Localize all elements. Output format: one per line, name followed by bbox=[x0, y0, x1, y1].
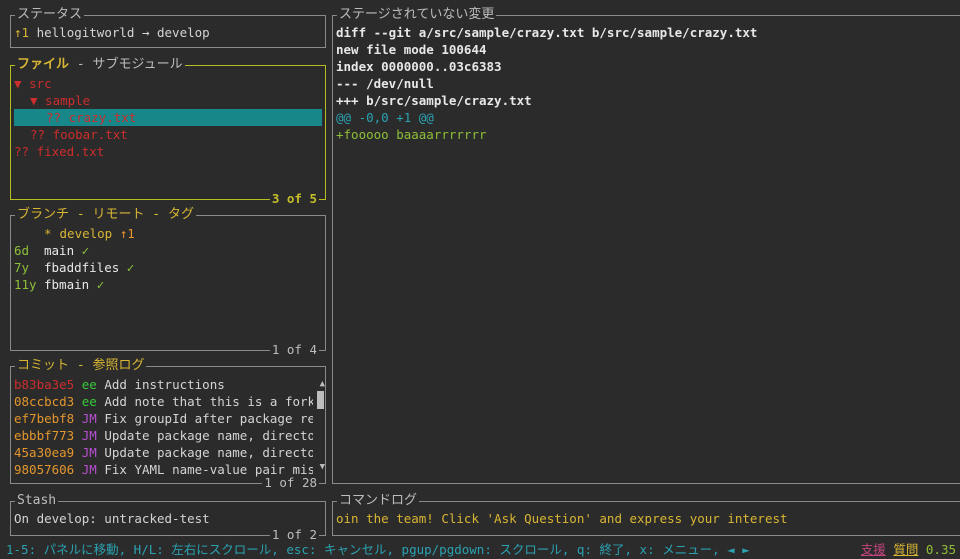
scrollbar-thumb[interactable] bbox=[317, 391, 324, 409]
diff-line: diff --git a/src/sample/crazy.txt b/src/… bbox=[336, 25, 758, 40]
commit-row[interactable]: ef7bebf8 JM Fix groupId after package re bbox=[14, 410, 313, 427]
commits-panel-footer: 1 of 28 bbox=[262, 475, 319, 491]
files-panel-footer: 3 of 5 bbox=[269, 191, 319, 207]
diff-line: --- /dev/null bbox=[336, 76, 434, 91]
version-label: 0.35 bbox=[925, 542, 956, 557]
keybinding-hints: 1-5: パネルに移動, H/L: 左右にスクロール, esc: キャンセル, … bbox=[6, 542, 750, 557]
donate-link[interactable]: 支援 bbox=[861, 542, 886, 557]
branch-status: ↑1 bbox=[119, 226, 135, 241]
diff-line: @@ -0,0 +1 @@ bbox=[336, 110, 434, 125]
branches-panel-title: ブランチ - リモート - タグ bbox=[15, 207, 196, 223]
commit-message: Add instructions bbox=[104, 377, 225, 392]
commit-author: JM bbox=[81, 411, 97, 426]
diff-line: new file mode 100644 bbox=[336, 42, 487, 57]
commit-sha: 08ccbcd3 bbox=[14, 394, 75, 409]
branches-panel-footer: 1 of 4 bbox=[269, 342, 319, 358]
branch-name: develop bbox=[59, 226, 113, 241]
stash-panel[interactable]: Stash On develop: untracked-test 1 of 2 bbox=[10, 493, 326, 543]
branch-status: ✓ bbox=[126, 260, 135, 275]
keybinding-status-bar: 1-5: パネルに移動, H/L: 左右にスクロール, esc: キャンセル, … bbox=[6, 540, 960, 559]
file-tree-item[interactable]: ?? crazy.txt bbox=[14, 109, 322, 126]
commit-row[interactable]: 45a30ea9 JM Update package name, directo bbox=[14, 444, 313, 461]
file-tree-item-label: ?? crazy.txt bbox=[46, 110, 137, 125]
commit-sha: ef7bebf8 bbox=[14, 411, 75, 426]
file-tree-item[interactable]: ?? foobar.txt bbox=[14, 126, 322, 143]
commit-message: Update package name, directo bbox=[104, 428, 313, 443]
commit-message: Fix groupId after package re bbox=[104, 411, 313, 426]
commit-author: ee bbox=[81, 377, 97, 392]
ahead-indicator: ↑1 bbox=[14, 25, 30, 40]
commits-panel-title-text: コミット - 参照ログ bbox=[17, 358, 145, 373]
stash-item[interactable]: On develop: untracked-test bbox=[14, 510, 322, 527]
commit-sha: 45a30ea9 bbox=[14, 445, 75, 460]
command-log-text: oin the team! Click 'Ask Question' and e… bbox=[336, 511, 788, 526]
file-tree-item[interactable]: ?? fixed.txt bbox=[14, 143, 322, 160]
scroll-up-icon[interactable]: ▲ bbox=[320, 379, 325, 389]
file-tree-item[interactable]: ▼ sample bbox=[14, 92, 322, 109]
commit-message: Add note that this is a fork bbox=[104, 394, 313, 409]
scroll-down-icon[interactable]: ▼ bbox=[320, 462, 325, 472]
branch-status: ✓ bbox=[81, 243, 90, 258]
branch-item[interactable]: * develop ↑1 bbox=[14, 225, 322, 242]
file-tree-item[interactable]: ▼ src bbox=[14, 75, 322, 92]
branch-item[interactable]: 7y fbaddfiles ✓ bbox=[14, 259, 322, 276]
command-log-title: コマンドログ bbox=[337, 493, 420, 509]
ask-question-link[interactable]: 質問 bbox=[893, 542, 918, 557]
file-tree-item-label: ?? foobar.txt bbox=[30, 127, 128, 142]
branches-panel[interactable]: ブランチ - リモート - タグ * develop ↑1 6d main ✓ 7y fb… bbox=[10, 207, 326, 358]
branch-item[interactable]: 11y fbmain ✓ bbox=[14, 276, 322, 293]
branch-item[interactable]: 6d main ✓ bbox=[14, 242, 322, 259]
file-tree-item-label: ?? fixed.txt bbox=[14, 144, 105, 159]
status-line: ↑1 hellogitworld → develop bbox=[14, 24, 322, 41]
branch-age: 11y bbox=[14, 277, 37, 292]
branch-name: fbmain bbox=[44, 277, 90, 292]
commit-row[interactable]: ebbbf773 JM Update package name, directo bbox=[14, 427, 313, 444]
branch-status: ✓ bbox=[96, 277, 105, 292]
diff-panel-title: ステージされていない変更 bbox=[337, 7, 497, 23]
commit-message: Update package name, directo bbox=[104, 445, 313, 460]
commit-row[interactable]: b83ba3e5 ee Add instructions bbox=[14, 376, 313, 393]
files-panel[interactable]: ファイル - サブモジュール ▼ src ▼ sample ?? crazy.txt… bbox=[10, 57, 326, 207]
diff-line: index 0000000..03c6383 bbox=[336, 59, 502, 74]
commit-sha: b83ba3e5 bbox=[14, 377, 75, 392]
commit-author: JM bbox=[81, 462, 97, 477]
branch-name: main bbox=[44, 243, 75, 258]
command-log-panel[interactable]: コマンドログ oin the team! Click 'Ask Question… bbox=[332, 493, 960, 536]
diff-line: +fooooo baaaarrrrrrr bbox=[336, 127, 487, 142]
commits-panel[interactable]: コミット - 参照ログ b83ba3e5 ee Add instructions… bbox=[10, 358, 326, 491]
tab-submodules[interactable]: サブモジュール bbox=[93, 57, 183, 72]
branches-panel-title-text: ブランチ - リモート - タグ bbox=[17, 207, 194, 222]
current-branch-marker: * bbox=[44, 226, 52, 241]
commit-author: JM bbox=[81, 445, 97, 460]
branch-age: 6d bbox=[14, 243, 30, 258]
diff-line: +++ b/src/sample/crazy.txt bbox=[336, 93, 532, 108]
status-panel-title: ステータス bbox=[15, 7, 85, 23]
commit-sha: 98057606 bbox=[14, 462, 75, 477]
stash-panel-title: Stash bbox=[15, 493, 59, 509]
commit-author: JM bbox=[81, 428, 97, 443]
status-panel[interactable]: ステータス ↑1 hellogitworld → develop bbox=[10, 7, 326, 48]
tab-files[interactable]: ファイル bbox=[17, 57, 69, 72]
file-tree-item-label: ▼ src bbox=[14, 76, 52, 91]
file-tree-item-label: ▼ sample bbox=[30, 93, 91, 108]
diff-panel[interactable]: ステージされていない変更 diff --git a/src/sample/cra… bbox=[332, 7, 960, 484]
files-panel-title: ファイル - サブモジュール bbox=[15, 57, 185, 73]
branch-name: fbaddfiles bbox=[44, 260, 120, 275]
branch-age: 7y bbox=[14, 260, 30, 275]
commits-panel-title: コミット - 参照ログ bbox=[15, 358, 147, 374]
commit-sha: ebbbf773 bbox=[14, 428, 75, 443]
commit-row[interactable]: 08ccbcd3 ee Add note that this is a fork bbox=[14, 393, 313, 410]
commit-author: ee bbox=[81, 394, 97, 409]
repo-branch: hellogitworld → develop bbox=[36, 25, 210, 40]
